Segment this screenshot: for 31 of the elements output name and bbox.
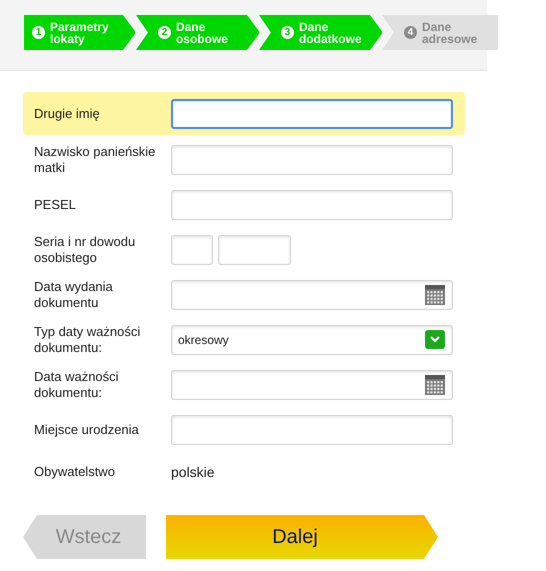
- field-label: Nazwisko panieńskie matki: [34, 144, 156, 176]
- field-label: Drugie imię: [34, 106, 101, 122]
- calendar-icon[interactable]: [425, 284, 445, 304]
- input-field[interactable]: [171, 414, 453, 444]
- field-value: polskie: [171, 464, 215, 480]
- chevron-down-icon[interactable]: [425, 330, 445, 349]
- field-label: Obywatelstwo: [34, 464, 116, 480]
- field-label: Seria i nr dowodu osobistego: [34, 234, 136, 266]
- input-field[interactable]: [171, 234, 213, 264]
- field-label: Data ważności dokumentu:: [34, 368, 120, 400]
- date-field[interactable]: [171, 280, 453, 310]
- date-field[interactable]: [171, 370, 453, 400]
- step-label: Dane osobowe: [176, 20, 229, 44]
- calendar-icon[interactable]: [425, 374, 445, 394]
- step-number: 4: [404, 26, 417, 39]
- input-field[interactable]: [171, 98, 453, 128]
- input-field[interactable]: [171, 190, 453, 220]
- field-label: Miejsce urodzenia: [34, 422, 140, 438]
- step-number: 3: [280, 26, 294, 39]
- next-button[interactable]: Dalej: [166, 515, 438, 559]
- field-label: Data wydania dokumentu: [34, 278, 114, 310]
- step-number: 1: [32, 26, 45, 39]
- input-field[interactable]: [218, 234, 291, 264]
- step-number: 2: [158, 26, 171, 39]
- step-label: Dane adresowe: [422, 20, 478, 44]
- field-label: Typ daty ważności dokumentu:: [34, 324, 142, 356]
- step-label: Dane dodatkowe: [298, 20, 363, 44]
- dropdown[interactable]: okresowy: [171, 324, 453, 354]
- input-field[interactable]: [171, 144, 453, 174]
- step-label: Parametry lokaty: [50, 20, 110, 44]
- field-label: PESEL: [34, 196, 77, 212]
